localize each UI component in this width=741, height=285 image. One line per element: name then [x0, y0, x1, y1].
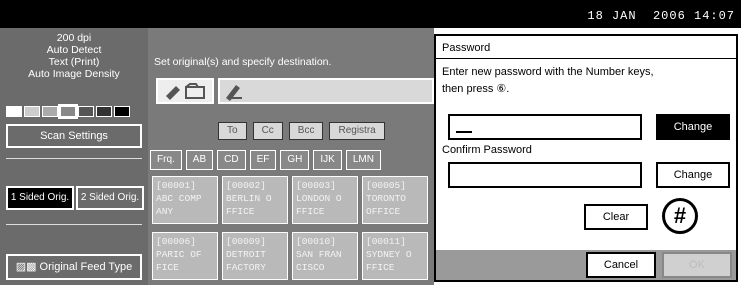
- category-frequent[interactable]: Frq.: [150, 150, 182, 170]
- category-ijk[interactable]: IJK: [313, 150, 342, 170]
- destination-name-line-2: FFICE: [296, 206, 325, 217]
- destination-name-line-1: BERLIN O: [226, 193, 272, 204]
- destination-name-line-2: OFFICE: [366, 206, 401, 217]
- category-ef[interactable]: EF: [249, 150, 277, 170]
- destination-name-line-1: ABC COMP: [156, 193, 202, 204]
- density-indicator: [6, 104, 130, 119]
- instruction-text: Set original(s) and specify destination.: [154, 56, 332, 68]
- ok-button[interactable]: OK: [662, 252, 732, 278]
- 2-sided-original-button[interactable]: 2 Sided Orig.: [76, 186, 144, 210]
- destination-name-line-1: TORONTO: [366, 193, 406, 204]
- hash-key-icon: #: [662, 198, 698, 234]
- destination-item[interactable]: [00009] DETROIT FACTORY: [222, 232, 288, 280]
- destination-code: [00002]: [226, 180, 266, 191]
- destination-item[interactable]: [00005] TORONTO OFFICE: [362, 176, 428, 224]
- density-level-7: [114, 106, 130, 117]
- destination-code: [00009]: [226, 236, 266, 247]
- destination-code: [00006]: [156, 236, 196, 247]
- 1-sided-original-button[interactable]: 1 Sided Orig.: [6, 186, 74, 210]
- folder-icon: [166, 83, 205, 100]
- category-cd[interactable]: CD: [217, 150, 246, 170]
- destination-name-line-1: DETROIT: [226, 249, 266, 260]
- change-confirm-password-button[interactable]: Change: [656, 162, 730, 188]
- detect-text: Auto Detect: [46, 44, 102, 56]
- clear-button[interactable]: Clear: [584, 204, 648, 230]
- tab-bcc[interactable]: Bcc: [288, 122, 324, 140]
- density-level-4: [58, 104, 78, 119]
- destination-name-line-2: FICE: [156, 262, 179, 273]
- density-level-6: [96, 106, 112, 117]
- destination-code: [00010]: [296, 236, 336, 247]
- original-feed-type-button[interactable]: ▨▩ Original Feed Type: [6, 254, 142, 280]
- destination-name-line-2: FACTORY: [226, 262, 266, 273]
- category-gh[interactable]: GH: [280, 150, 310, 170]
- destination-panel: Set original(s) and specify destination.…: [148, 28, 434, 285]
- text-cursor: [456, 131, 472, 133]
- tab-registration[interactable]: Registra: [329, 122, 385, 140]
- divider: [6, 158, 142, 159]
- recipient-tabs: To Cc Bcc Registra: [218, 122, 385, 140]
- scan-settings-panel: 200 dpi Auto Detect Text (Print) Auto Im…: [0, 28, 148, 285]
- password-dialog: Password Enter new password with the Num…: [434, 34, 738, 282]
- destination-name-line-2: CISCO: [296, 262, 325, 273]
- destination-name-line-2: ANY: [156, 206, 174, 217]
- scan-to-folder-button[interactable]: [156, 78, 214, 104]
- destination-item[interactable]: [00010] SAN FRAN CISCO: [292, 232, 358, 280]
- density-level-1: [6, 106, 22, 117]
- density-text: Auto Image Density: [28, 68, 120, 80]
- new-password-field[interactable]: [448, 114, 642, 140]
- confirm-password-field[interactable]: [448, 162, 642, 188]
- density-level-2: [24, 106, 40, 117]
- resolution-text: 200 dpi: [56, 32, 92, 44]
- destination-name-line-2: FFICE: [366, 262, 395, 273]
- destination-item[interactable]: [00002] BERLIN O FFICE: [222, 176, 288, 224]
- top-status-bar: 18 JAN 2006 14:07: [0, 0, 741, 28]
- category-lmn[interactable]: LMN: [345, 150, 381, 170]
- destination-code: [00011]: [366, 236, 406, 247]
- dialog-message: Enter new password with the Number keys,…: [442, 66, 654, 95]
- destination-item[interactable]: [00011] SYDNEY O FFICE: [362, 232, 428, 280]
- scan-settings-button[interactable]: Scan Settings: [6, 124, 142, 148]
- destination-name-line-1: PARIC OF: [156, 249, 202, 260]
- pen-icon: [226, 85, 242, 101]
- destination-name-line-2: FFICE: [226, 206, 255, 217]
- original-type-text: Text (Print): [48, 56, 100, 68]
- destination-code: [00005]: [366, 180, 406, 191]
- tab-cc[interactable]: Cc: [252, 122, 283, 140]
- destination-name-line-1: SYDNEY O: [366, 249, 412, 260]
- dialog-title: Password: [442, 42, 491, 54]
- destination-code: [00001]: [156, 180, 196, 191]
- confirm-password-label: Confirm Password: [442, 144, 532, 156]
- destination-code: [00003]: [296, 180, 336, 191]
- destination-name-line-1: SAN FRAN: [296, 249, 342, 260]
- destination-item[interactable]: [00006] PARIC OF FICE: [152, 232, 218, 280]
- destination-item[interactable]: [00003] LONDON O FFICE: [292, 176, 358, 224]
- destination-list: [00001] ABC COMP ANY [00002] BERLIN O FFICE …: [152, 176, 428, 280]
- current-settings: 200 dpi Auto Detect Text (Print) Auto Im…: [0, 32, 148, 80]
- density-level-5: [78, 106, 94, 117]
- dialog-footer: Cancel OK: [436, 250, 736, 280]
- cancel-button[interactable]: Cancel: [586, 252, 656, 278]
- density-level-3: [42, 106, 58, 117]
- feed-type-label: Original Feed Type: [39, 261, 133, 273]
- dialog-title-divider: [436, 58, 736, 59]
- change-new-password-button[interactable]: Change: [656, 114, 730, 140]
- destination-entry-field[interactable]: [218, 78, 434, 104]
- destination-name-line-1: LONDON O: [296, 193, 342, 204]
- tab-to[interactable]: To: [218, 122, 247, 140]
- title-category-tabs: Frq. AB CD EF GH IJK LMN: [150, 150, 381, 170]
- datetime-display: 18 JAN 2006 14:07: [587, 9, 735, 23]
- category-ab[interactable]: AB: [185, 150, 214, 170]
- divider: [6, 224, 142, 225]
- feed-type-icon: ▨▩: [15, 261, 37, 273]
- destination-item[interactable]: [00001] ABC COMP ANY: [152, 176, 218, 224]
